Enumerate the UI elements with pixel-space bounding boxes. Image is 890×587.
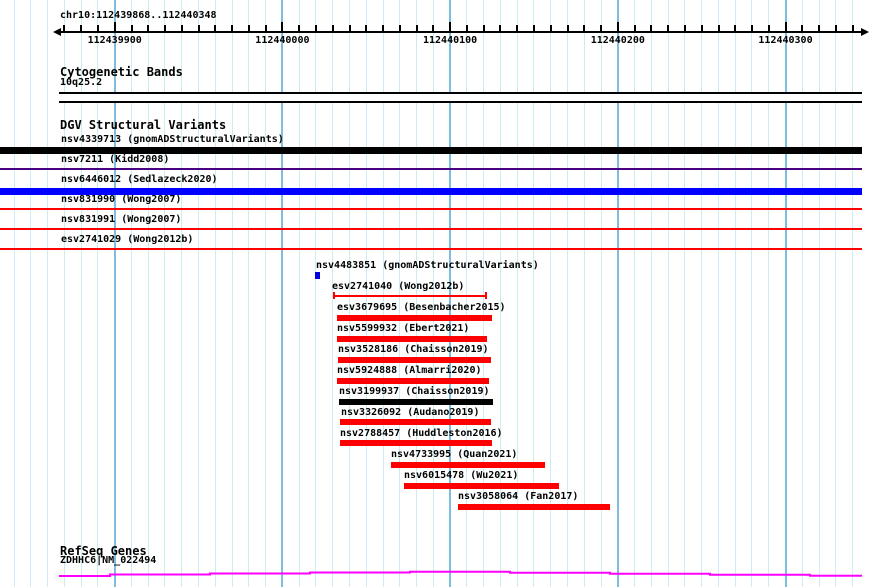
genome-browser-panel: chr10:112439868..112440348 112439900 1124… — [0, 0, 890, 587]
gene-line-layer — [59, 570, 862, 577]
gene-line[interactable] — [59, 570, 862, 577]
